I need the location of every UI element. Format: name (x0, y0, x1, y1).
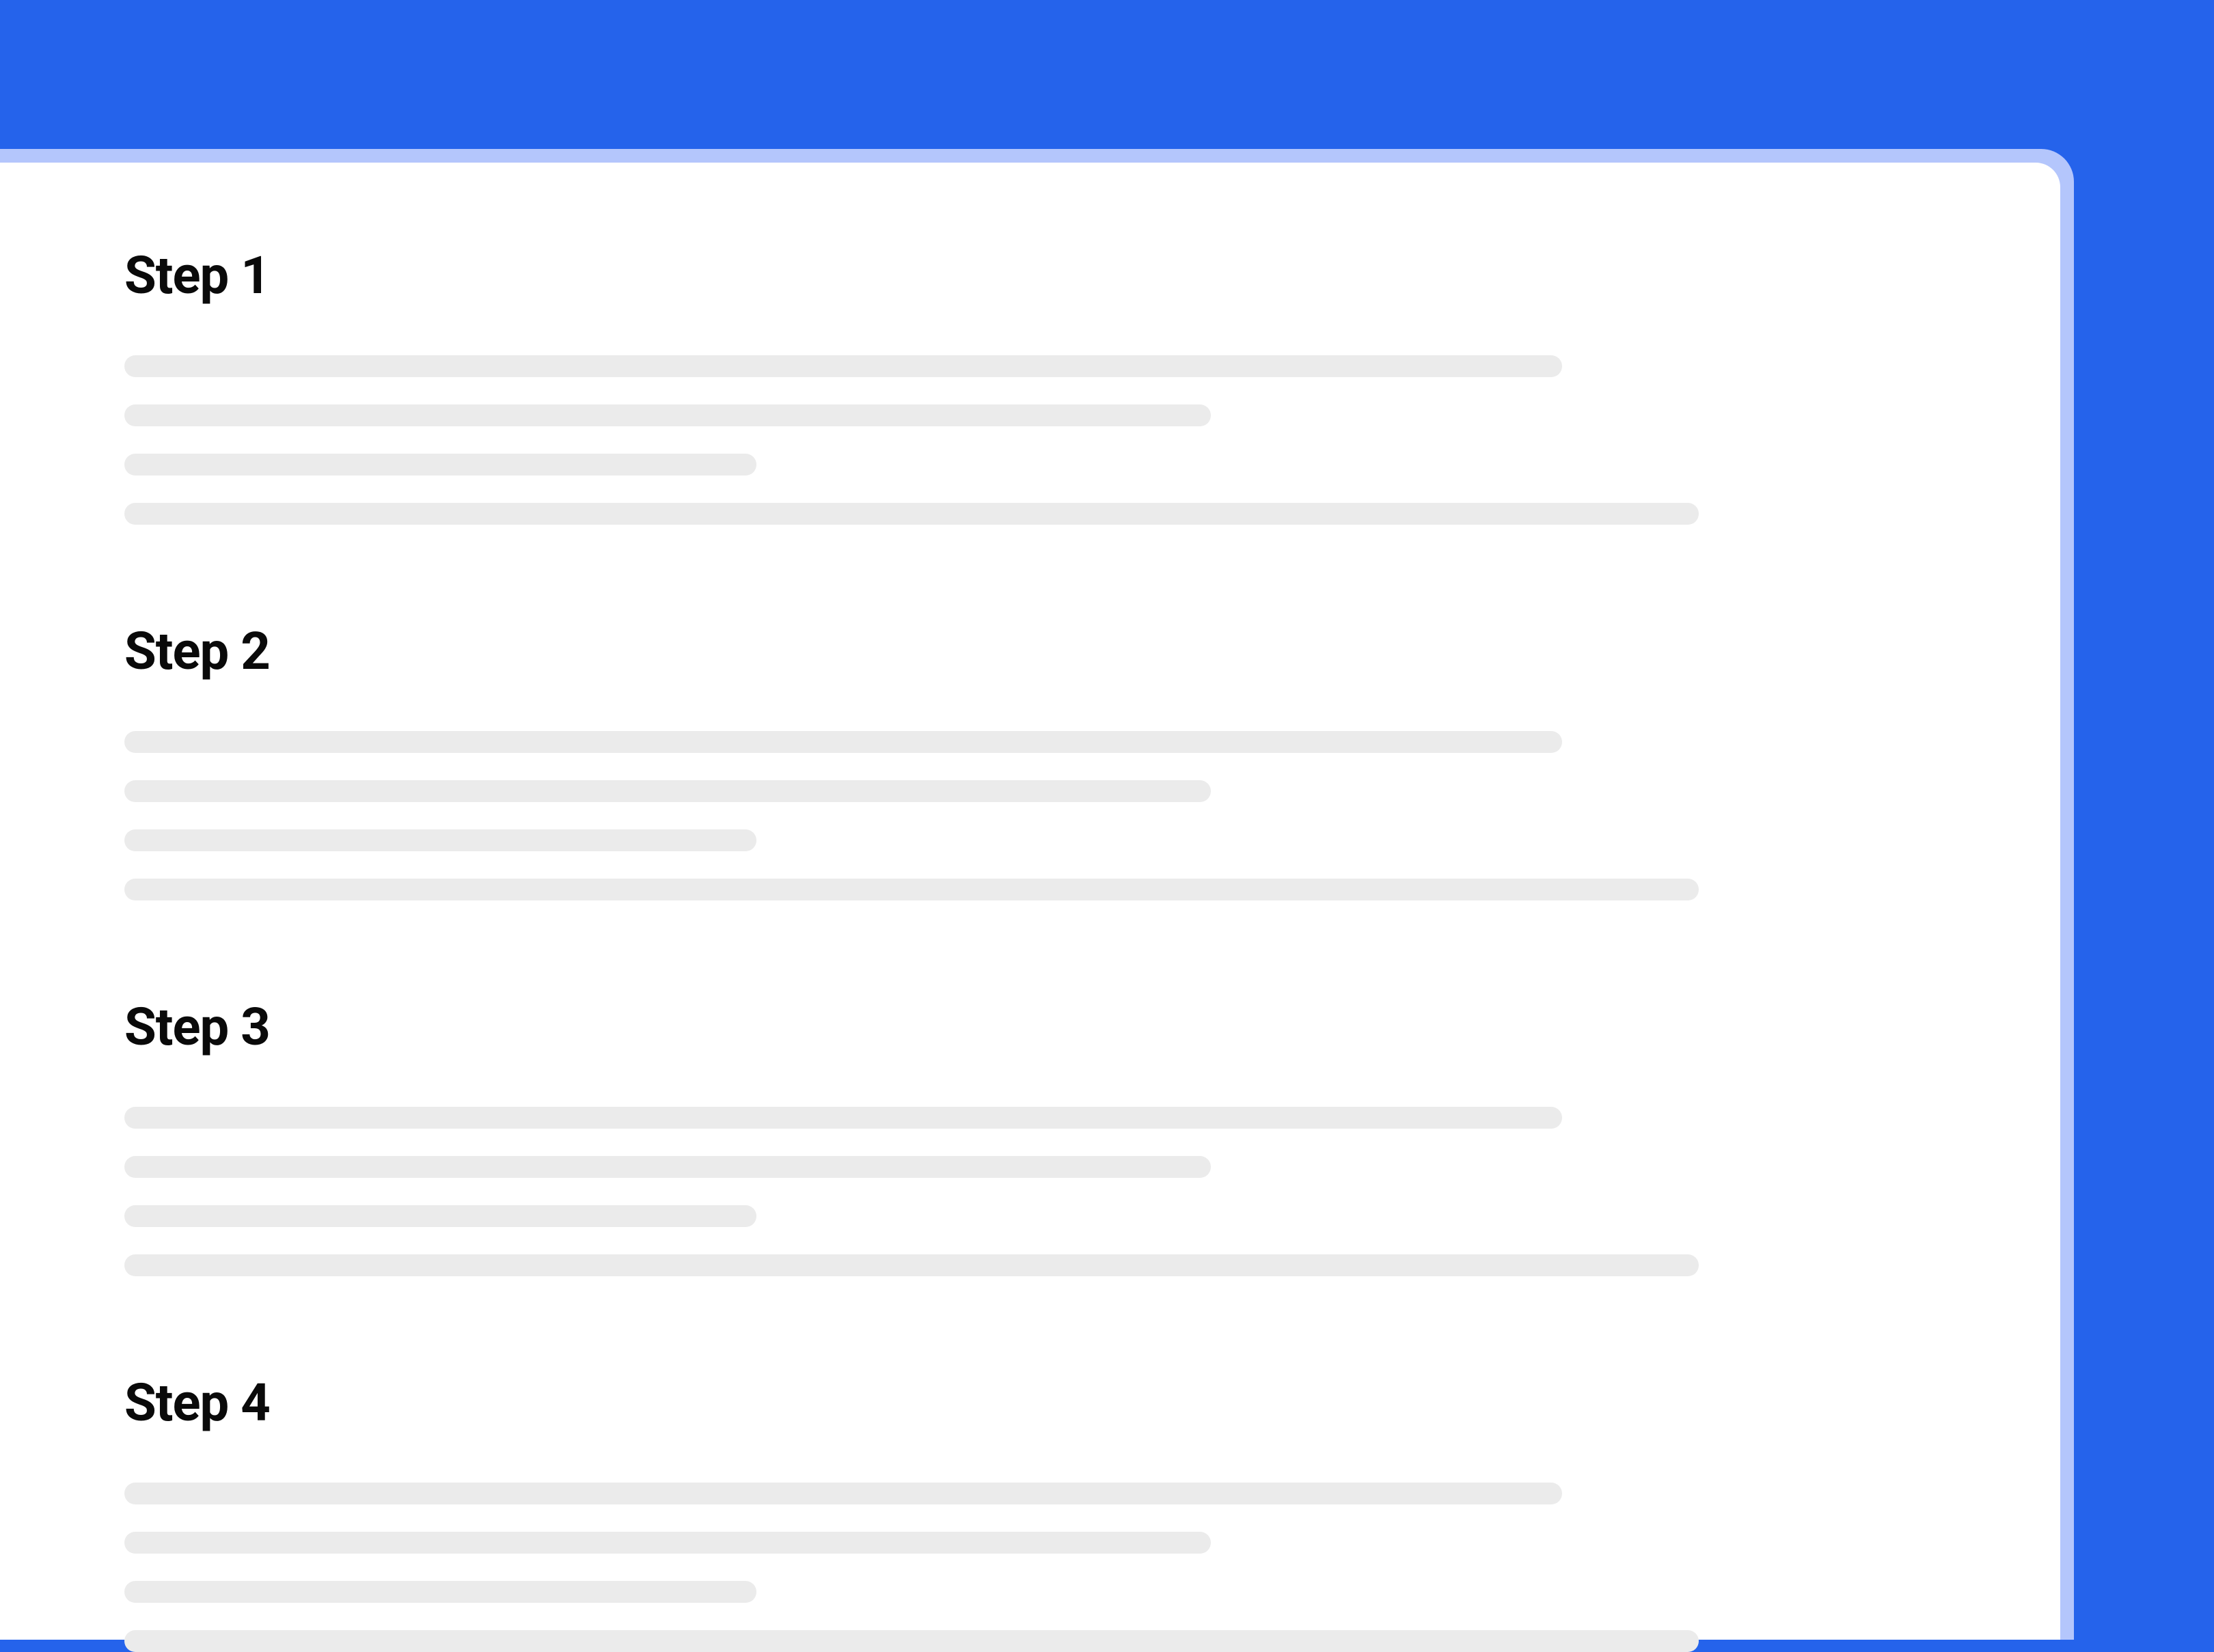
step-body-placeholder (124, 355, 1936, 525)
placeholder-line (124, 355, 1562, 377)
step-title: Step 3 (124, 996, 1936, 1058)
placeholder-line (124, 879, 1699, 900)
step-block-1: Step 1 (124, 245, 1936, 525)
placeholder-line (124, 1630, 1699, 1652)
placeholder-line (124, 1254, 1699, 1276)
placeholder-line (124, 1205, 756, 1227)
placeholder-line (124, 1156, 1211, 1178)
placeholder-line (124, 1532, 1211, 1554)
step-body-placeholder (124, 1483, 1936, 1652)
placeholder-line (124, 404, 1211, 426)
content-card: Step 1 Step 2 Step 3 (0, 163, 2060, 1640)
placeholder-line (124, 1581, 756, 1603)
placeholder-line (124, 454, 756, 476)
step-block-4: Step 4 (124, 1372, 1936, 1652)
step-title: Step 4 (124, 1372, 1936, 1433)
step-body-placeholder (124, 731, 1936, 900)
placeholder-line (124, 503, 1699, 525)
placeholder-line (124, 1483, 1562, 1504)
placeholder-line (124, 731, 1562, 753)
step-block-2: Step 2 (124, 620, 1936, 900)
step-block-3: Step 3 (124, 996, 1936, 1276)
step-title: Step 1 (124, 245, 1936, 306)
step-title: Step 2 (124, 620, 1936, 682)
placeholder-line (124, 780, 1211, 802)
card-outer-border: Step 1 Step 2 Step 3 (0, 149, 2074, 1640)
step-body-placeholder (124, 1107, 1936, 1276)
placeholder-line (124, 829, 756, 851)
placeholder-line (124, 1107, 1562, 1129)
